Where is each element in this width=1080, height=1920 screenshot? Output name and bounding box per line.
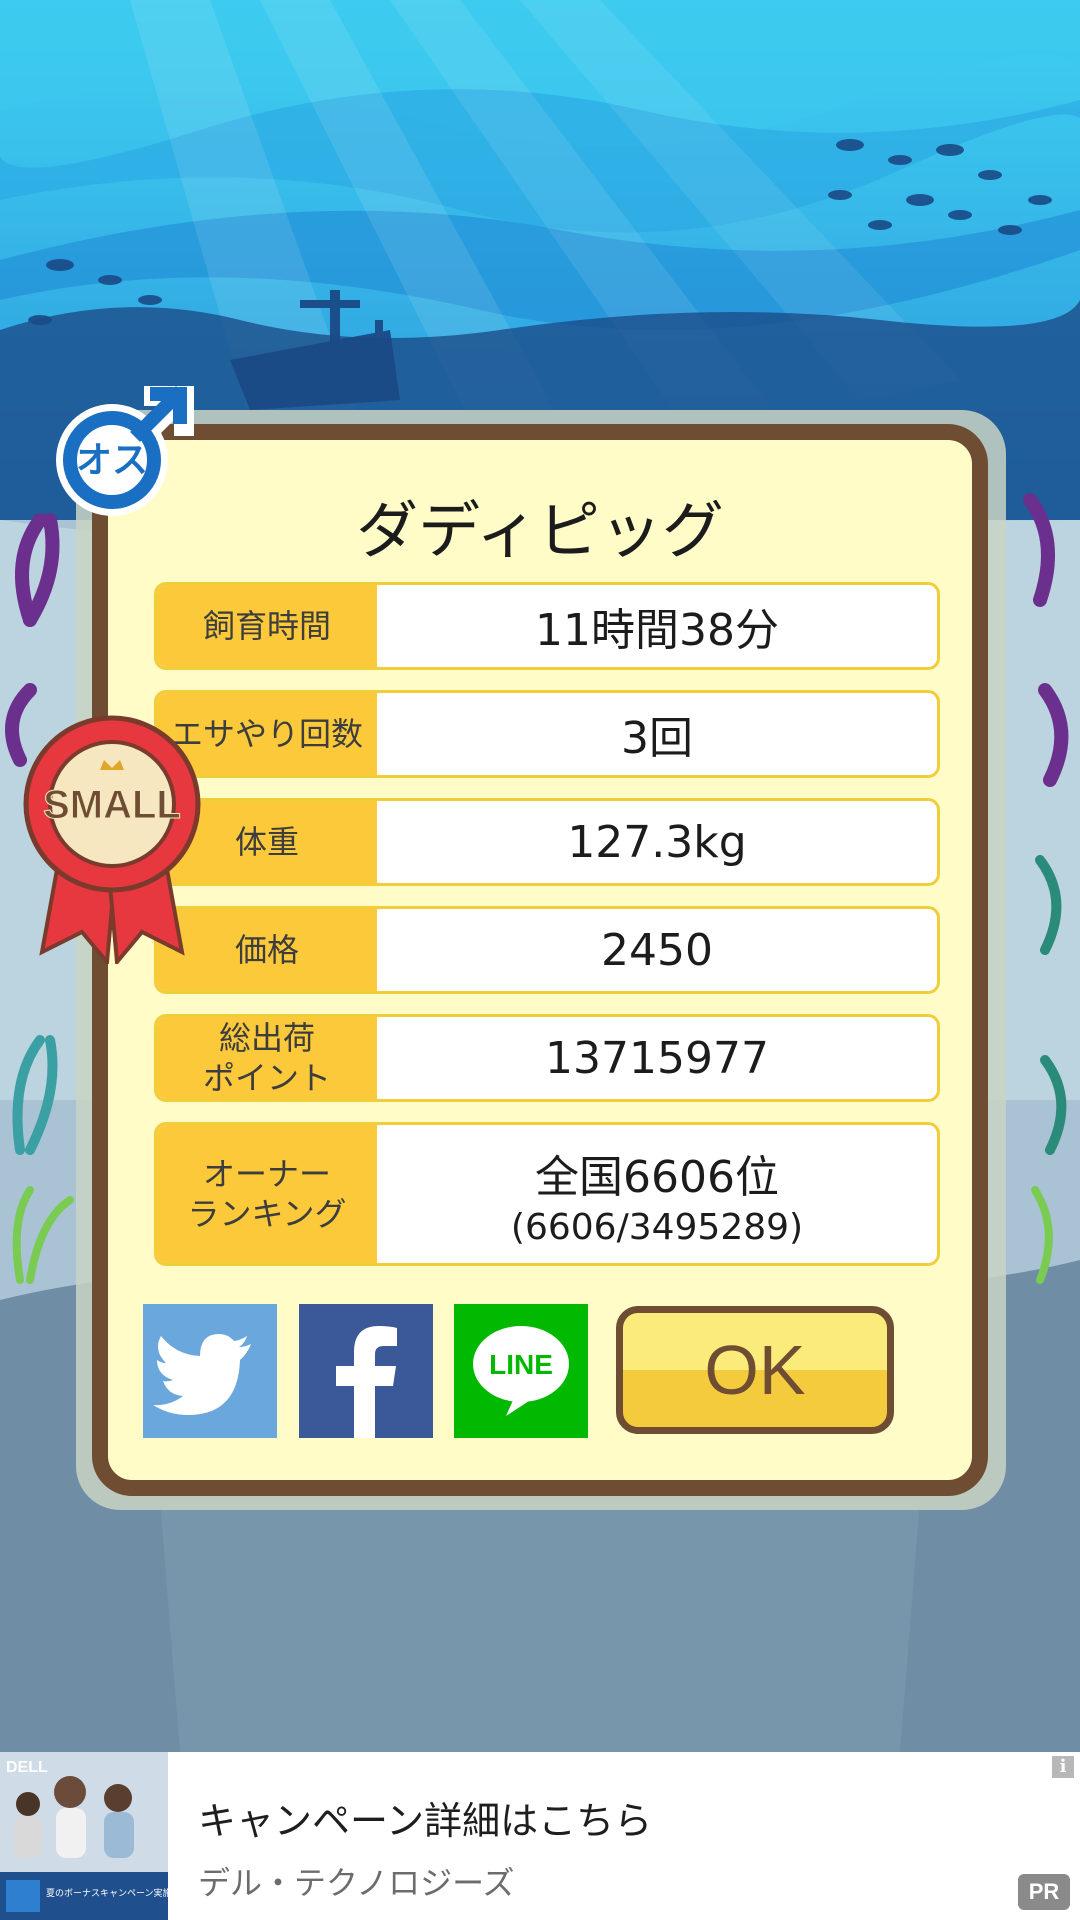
- ad-advertiser: デル・テクノロジーズ: [198, 1864, 515, 1902]
- ad-banner[interactable]: DELL 夏のボーナスキャンペーン実施中 キャンペーン詳細はこちら デル・テクノ…: [0, 1752, 1080, 1920]
- size-ribbon-label: SMALL: [43, 783, 181, 827]
- stat-row-feed-count: エサやり回数 3回: [154, 690, 940, 778]
- ad-pr-badge: PR: [1018, 1874, 1070, 1910]
- facebook-share-button[interactable]: [299, 1304, 433, 1438]
- ad-title[interactable]: キャンペーン詳細はこちら: [198, 1790, 652, 1845]
- stat-row-price: 価格 2450: [154, 906, 940, 994]
- stat-label: オーナー ランキング: [157, 1125, 377, 1263]
- stat-value: 3回: [621, 713, 693, 764]
- stat-row-total-points: 総出荷 ポイント 13715977: [154, 1014, 940, 1102]
- stat-value: 13715977: [545, 1032, 769, 1084]
- stat-row-raising-time: 飼育時間 11時間38分: [154, 582, 940, 670]
- ad-image-caption: 夏のボーナスキャンペーン実施中: [46, 1887, 168, 1899]
- ad-image-brand: DELL: [6, 1759, 48, 1776]
- stat-row-weight: 体重 127.3kg: [154, 798, 940, 886]
- stat-row-owner-ranking: オーナー ランキング 全国6606位 (6606/3495289): [154, 1122, 940, 1266]
- ad-info-icon[interactable]: i: [1052, 1756, 1074, 1778]
- stat-label: 総出荷 ポイント: [157, 1017, 377, 1099]
- stat-value: 全国6606位: [535, 1151, 779, 1203]
- stat-sub-value: (6606/3495289): [510, 1206, 804, 1248]
- stat-value: 2450: [601, 924, 713, 976]
- gender-label: オス: [76, 440, 148, 481]
- stat-value: 11時間38分: [535, 605, 779, 656]
- ok-button[interactable]: OK: [616, 1306, 894, 1434]
- stat-label: 飼育時間: [157, 585, 377, 667]
- male-gender-badge: オス: [56, 386, 194, 516]
- pig-name: ダディピッグ: [356, 494, 724, 567]
- line-share-button[interactable]: LINE: [454, 1304, 588, 1438]
- stat-value: 127.3kg: [567, 816, 747, 868]
- twitter-share-button[interactable]: [143, 1304, 277, 1438]
- ad-image[interactable]: DELL 夏のボーナスキャンペーン実施中: [0, 1752, 168, 1920]
- line-label: LINE: [489, 1349, 553, 1380]
- small-size-ribbon: SMALL: [23, 715, 201, 964]
